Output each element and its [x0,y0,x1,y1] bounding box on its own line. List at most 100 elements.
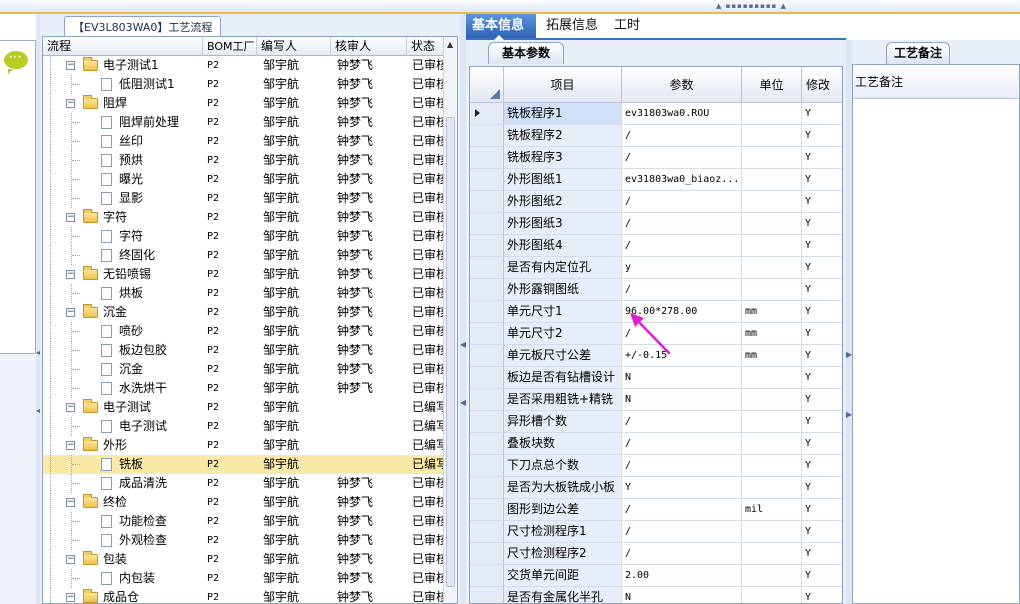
row-indicator[interactable] [470,235,504,257]
row-indicator[interactable] [470,565,504,587]
param-unit-cell[interactable] [742,191,802,213]
param-value-cell[interactable]: N [622,367,742,389]
row-indicator[interactable] [470,301,504,323]
tree-step-row[interactable]: 外观检查 P2 邹宇航 钟梦飞 已审核 [43,531,443,550]
col-header-param[interactable]: 参数 [622,67,742,103]
param-value-cell[interactable]: / [622,191,742,213]
tree-node[interactable]: 终固化 [43,246,199,265]
tree-node[interactable]: − 外形 [43,436,199,455]
row-indicator[interactable] [470,257,504,279]
param-value-cell[interactable]: / [622,521,742,543]
col-header-checker[interactable]: 核审人 [331,37,407,56]
param-unit-cell[interactable]: mil [742,499,802,521]
param-unit-cell[interactable] [742,213,802,235]
tree-node[interactable]: 低阻测试1 [43,75,199,94]
tree-node[interactable]: − 阻焊 [43,94,199,113]
tree-folder-row[interactable]: − 字符 P2 邹宇航 钟梦飞 已审核 [43,208,443,227]
tree-folder-row[interactable]: − 沉金 P2 邹宇航 钟梦飞 已审核 [43,303,443,322]
param-modify-cell[interactable]: Y [802,411,842,433]
param-modify-cell[interactable]: Y [802,191,842,213]
tree-folder-row[interactable]: − 电子测试1 P2 邹宇航 钟梦飞 已审核 [43,56,443,75]
param-modify-cell[interactable]: Y [802,169,842,191]
param-value-cell[interactable]: 2.00 [622,565,742,587]
tree-node[interactable]: − 电子测试1 [43,56,199,75]
param-value-cell[interactable]: N [622,587,742,603]
row-indicator[interactable] [470,147,504,169]
tree-folder-row[interactable]: − 外形 P2 邹宇航 已编写 [43,436,443,455]
collapse-toggle-icon[interactable]: − [66,555,75,564]
param-modify-cell[interactable]: Y [802,323,842,345]
tree-step-row[interactable]: 终固化 P2 邹宇航 钟梦飞 已审核 [43,246,443,265]
tree-step-row[interactable]: 预烘 P2 邹宇航 钟梦飞 已审核 [43,151,443,170]
row-indicator[interactable] [470,411,504,433]
tree-node[interactable]: 水洗烘干 [43,379,199,398]
param-modify-cell[interactable]: Y [802,213,842,235]
col-header-modify[interactable]: 修改 [802,67,842,103]
col-header-writer[interactable]: 编写人 [257,37,331,56]
tree-node[interactable]: 电子测试 [43,417,199,436]
tree-step-row[interactable]: 阻焊前处理 P2 邹宇航 钟梦飞 已审核 [43,113,443,132]
tab-extended-info[interactable]: 拓展信息 [540,14,604,38]
col-header-item[interactable]: 项目 [504,67,622,103]
col-header-bom[interactable]: BOM工厂 [203,37,257,56]
tree-node[interactable]: 喷砂 [43,322,199,341]
row-indicator[interactable] [470,125,504,147]
row-indicator[interactable] [470,367,504,389]
tab-work-hours[interactable]: 工时 [608,14,646,38]
row-indicator[interactable] [470,389,504,411]
param-unit-cell[interactable] [742,389,802,411]
param-unit-cell[interactable] [742,147,802,169]
tree-node[interactable]: 成品清洗 [43,474,199,493]
param-unit-cell[interactable] [742,543,802,565]
tree-folder-row[interactable]: − 阻焊 P2 邹宇航 钟梦飞 已审核 [43,94,443,113]
tree-node[interactable]: 内包装 [43,569,199,588]
param-unit-cell[interactable] [742,257,802,279]
tree-step-row[interactable]: 字符 P2 邹宇航 钟梦飞 已审核 [43,227,443,246]
param-modify-cell[interactable]: Y [802,433,842,455]
tree-node[interactable]: − 终检 [43,493,199,512]
tree-node[interactable]: 显影 [43,189,199,208]
collapse-toggle-icon[interactable]: − [66,61,75,70]
row-indicator[interactable] [470,279,504,301]
param-value-cell[interactable]: N [622,389,742,411]
param-value-cell[interactable]: y [622,257,742,279]
row-indicator[interactable] [470,499,504,521]
tree-step-row[interactable]: 显影 P2 邹宇航 钟梦飞 已审核 [43,189,443,208]
param-unit-cell[interactable] [742,103,802,125]
tree-step-row[interactable]: 电子测试 P2 邹宇航 已编写 [43,417,443,436]
tree-node[interactable]: 阻焊前处理 [43,113,199,132]
param-modify-cell[interactable]: Y [802,147,842,169]
tree-node[interactable]: − 包装 [43,550,199,569]
collapse-toggle-icon[interactable]: − [66,441,75,450]
tree-folder-row[interactable]: − 终检 P2 邹宇航 钟梦飞 已审核 [43,493,443,512]
param-unit-cell[interactable]: mm [742,301,802,323]
param-modify-cell[interactable]: Y [802,499,842,521]
param-value-cell[interactable]: / [622,411,742,433]
row-indicator[interactable] [470,103,504,125]
param-value-cell[interactable]: / [622,455,742,477]
tree-step-row[interactable]: 低阻测试1 P2 邹宇航 钟梦飞 已审核 [43,75,443,94]
tab-process-note[interactable]: 工艺备注 [886,42,950,64]
tree-node[interactable]: − 电子测试 [43,398,199,417]
col-header-status[interactable]: 状态 [407,37,445,56]
param-value-cell[interactable]: ev31803wa0_biaoz... [622,169,742,191]
tree-node[interactable]: 外观检查 [43,531,199,550]
tree-node[interactable]: − 无铅喷锡 [43,265,199,284]
tree-step-row[interactable]: 内包装 P2 邹宇航 钟梦飞 已审核 [43,569,443,588]
row-indicator[interactable] [470,213,504,235]
row-indicator[interactable] [470,455,504,477]
param-value-cell[interactable]: / [622,279,742,301]
tree-folder-row[interactable]: − 包装 P2 邹宇航 钟梦飞 已审核 [43,550,443,569]
param-unit-cell[interactable] [742,235,802,257]
param-value-cell[interactable]: Y [622,477,742,499]
collapse-toggle-icon[interactable]: − [66,213,75,222]
tree-folder-row[interactable]: − 电子测试 P2 邹宇航 已编写 [43,398,443,417]
param-unit-cell[interactable]: mm [742,323,802,345]
tree-node[interactable]: 铣板 [43,455,199,474]
param-value-cell[interactable]: / [622,543,742,565]
tree-scroll-thumb[interactable] [446,117,455,587]
row-indicator[interactable] [470,477,504,499]
tree-folder-row[interactable]: − 无铅喷锡 P2 邹宇航 钟梦飞 已审核 [43,265,443,284]
collapse-toggle-icon[interactable]: − [66,99,75,108]
tree-node[interactable]: 功能检查 [43,512,199,531]
